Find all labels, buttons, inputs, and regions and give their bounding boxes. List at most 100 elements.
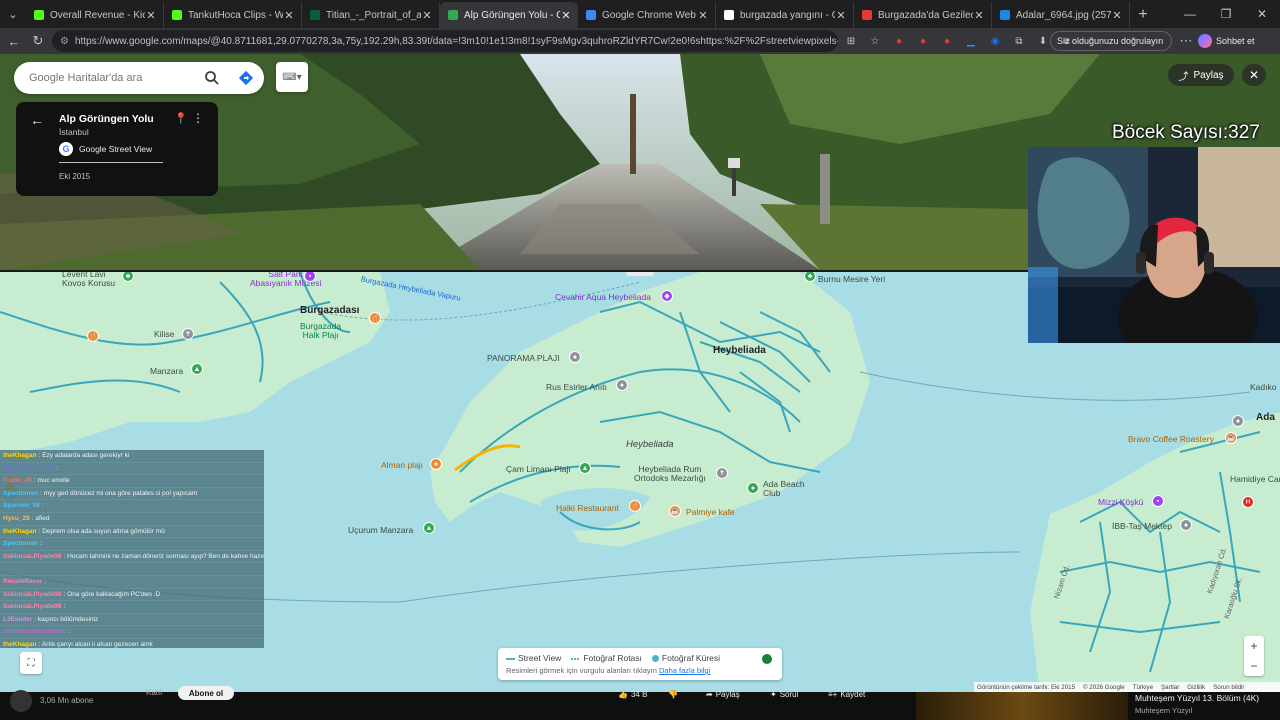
- extension-3-icon[interactable]: ●: [938, 32, 956, 50]
- map-label-cevahir[interactable]: Cevahir Aqua Heybeliada: [555, 292, 651, 302]
- chat-username[interactable]: Spectoman: [3, 540, 38, 547]
- chat-username[interactable]: Spectoman: [3, 490, 38, 497]
- hospital-pin-icon[interactable]: H: [1242, 496, 1254, 508]
- museum-pin-icon[interactable]: ▪: [304, 272, 316, 282]
- new-tab-button[interactable]: +: [1130, 2, 1156, 28]
- restaurant-pin-icon[interactable]: 🍴: [629, 500, 641, 512]
- map-label-ucurum-manzara[interactable]: Uçurum Manzara: [348, 525, 413, 535]
- browser-tab[interactable]: Adalar_6964.jpg (2576×1932)✕: [992, 2, 1130, 28]
- monument-pin-icon[interactable]: ●: [616, 379, 628, 391]
- close-window-icon[interactable]: ✕: [1244, 0, 1280, 28]
- bookmark-star-icon[interactable]: ☆: [866, 32, 884, 50]
- beach-pin-icon[interactable]: ▲: [579, 462, 591, 474]
- map-label-palmiye-kafe[interactable]: Palmiye kafe: [686, 507, 735, 517]
- close-street-view-button[interactable]: ✕: [1242, 64, 1266, 86]
- browser-tab[interactable]: Google Chrome Web Tarayıc✕: [578, 2, 716, 28]
- map-label-ada-beach[interactable]: Ada Beach Club: [763, 480, 805, 498]
- tab-close-icon[interactable]: ✕: [1111, 9, 1123, 22]
- chat-username[interactable]: Fredo_40: [3, 477, 32, 484]
- map-label-bravo-coffee[interactable]: Bravo Coffee Roastery: [1128, 434, 1214, 444]
- zoom-out-icon[interactable]: −: [1244, 656, 1264, 676]
- tab-close-icon[interactable]: ✕: [835, 9, 847, 22]
- restore-icon[interactable]: ❐: [1208, 0, 1244, 28]
- maps-search-box[interactable]: [14, 62, 264, 94]
- ferry-pin-icon[interactable]: ●: [1232, 415, 1244, 427]
- extension-2-icon[interactable]: ●: [914, 32, 932, 50]
- browser-tab[interactable]: Titian_-_Portrait_of_a_Wom✕: [302, 2, 440, 28]
- map-label-ibb-tas-mektep[interactable]: İBB-Taş Mektep: [1112, 521, 1172, 531]
- address-bar[interactable]: ⚙ https://www.google.com/maps/@40.871168…: [52, 30, 838, 52]
- cemetery-pin-icon[interactable]: ✝: [716, 467, 728, 479]
- tab-close-icon[interactable]: ✕: [697, 9, 709, 22]
- extension-5-icon[interactable]: ◉: [986, 32, 1004, 50]
- location-pin-icon[interactable]: 📍: [174, 112, 188, 125]
- beach-pin-icon[interactable]: ●: [569, 351, 581, 363]
- more-options-icon[interactable]: ⋮: [192, 111, 204, 125]
- attribution-item[interactable]: Sorun bildir: [1213, 684, 1244, 691]
- next-video-title[interactable]: Muhteşem Yüzyıl 13. Bölüm (4K): [1135, 693, 1259, 703]
- restaurant-pin-icon[interactable]: 🍴: [87, 330, 99, 342]
- install-icon[interactable]: ⊞: [842, 32, 860, 50]
- share-video-button[interactable]: ➦ Paylaş: [706, 688, 740, 700]
- chat-username[interactable]: theKhagan: [3, 528, 37, 535]
- chat-username[interactable]: SakinciaLPiyade98: [3, 603, 62, 610]
- gemini-chat-button[interactable]: Sohbet et: [1198, 31, 1276, 51]
- ask-button[interactable]: ✦ Sorul: [770, 688, 798, 700]
- browser-tab[interactable]: TankutHoca Clips - Watch L✕: [164, 2, 302, 28]
- maps-search-input[interactable]: [29, 72, 199, 84]
- keyboard-shortcuts-button[interactable]: ⌨▾: [276, 62, 308, 92]
- tab-close-icon[interactable]: ✕: [560, 9, 572, 22]
- browser-tab[interactable]: Alp Görüngen Yolu - Google✕: [440, 2, 578, 28]
- chat-username[interactable]: SakinciaLPiyade98: [3, 553, 62, 560]
- park-pin-icon[interactable]: ♣: [804, 272, 816, 282]
- chat-username[interactable]: Sparrow_Scarlet: [3, 465, 54, 472]
- map-label-hamidiye[interactable]: Hamidiye Cam: [1230, 474, 1280, 484]
- search-icon[interactable]: [204, 70, 220, 86]
- join-button[interactable]: Katıl: [146, 688, 162, 697]
- chat-username[interactable]: theKhagan: [3, 452, 37, 459]
- map-label-ada[interactable]: Ada: [1256, 412, 1275, 423]
- menu-icon[interactable]: ⋯: [1174, 29, 1198, 53]
- map-label-burgazadasi[interactable]: Burgazadası: [300, 305, 359, 316]
- viewpoint-pin-icon[interactable]: ▲: [423, 522, 435, 534]
- back-arrow-icon[interactable]: ←: [30, 112, 44, 128]
- beach-pin-icon[interactable]: ●: [430, 458, 442, 470]
- browser-tab[interactable]: burgazada yangını - Google✕: [716, 2, 854, 28]
- chat-username[interactable]: Sparrow_08: [3, 502, 40, 509]
- browser-tab[interactable]: Burgazada'da Gezilecek Yerl✕: [854, 2, 992, 28]
- chat-username[interactable]: L3Esieter: [3, 616, 32, 623]
- chat-username[interactable]: sarikatsarisurahmen: [3, 628, 67, 635]
- school-pin-icon[interactable]: ●: [1180, 519, 1192, 531]
- minimize-icon[interactable]: —: [1172, 0, 1208, 28]
- extension-1-icon[interactable]: ●: [890, 32, 908, 50]
- map-label-cam-limani[interactable]: Çam Limanı Plajı: [506, 464, 571, 474]
- extension-4-icon[interactable]: ▁: [962, 32, 980, 50]
- chat-username[interactable]: Hysu_29: [3, 515, 30, 522]
- hotel-pin-icon[interactable]: ◆: [661, 290, 673, 302]
- learn-more-link[interactable]: Daha fazla bilgi: [659, 666, 710, 675]
- map-label-heybeliada-area[interactable]: Heybeliada: [626, 439, 674, 450]
- viewpoint-pin-icon[interactable]: ▲: [191, 363, 203, 375]
- split-drag-handle[interactable]: [626, 272, 654, 276]
- park-pin-icon[interactable]: ♣: [122, 272, 134, 282]
- dislike-icon[interactable]: 👎: [668, 688, 678, 700]
- extensions-puzzle-icon[interactable]: ⧉: [1010, 32, 1028, 50]
- save-button[interactable]: ≡+ Kaydet: [828, 688, 865, 700]
- map-label-mizzi-kosku[interactable]: Mizzi Köşkü: [1098, 497, 1143, 507]
- attribution-item[interactable]: Şartlar: [1161, 684, 1179, 691]
- browser-tab[interactable]: Overall Revenue - Kick Dash✕: [26, 2, 164, 28]
- share-button[interactable]: ⤴ Paylaş: [1168, 64, 1234, 86]
- fullscreen-icon[interactable]: ⛶: [20, 652, 42, 674]
- chat-username[interactable]: theKhagan: [3, 641, 37, 648]
- map-label-panorama-plaji[interactable]: PANORAMA PLAJI: [487, 353, 560, 363]
- map-label-rus-esirler[interactable]: Rus Esirler Anıtı: [546, 382, 607, 392]
- map-label-halki-restaurant[interactable]: Halki Restaurant: [556, 503, 619, 513]
- attribution-item[interactable]: Gizlilik: [1187, 684, 1205, 691]
- map-label-levent-korusu[interactable]: Levent Lavi Kovos Korusu: [62, 272, 115, 288]
- subscribe-button[interactable]: Abone ol: [178, 686, 234, 700]
- map-label-halk-plaji[interactable]: Burgazada Halk Plajı: [300, 322, 341, 340]
- directions-icon[interactable]: [238, 70, 254, 86]
- legend-toggle-icon[interactable]: [762, 654, 772, 664]
- restaurant-pin-icon[interactable]: 🍴: [369, 312, 381, 324]
- chat-username[interactable]: SakinciaLPiyade98: [3, 591, 62, 598]
